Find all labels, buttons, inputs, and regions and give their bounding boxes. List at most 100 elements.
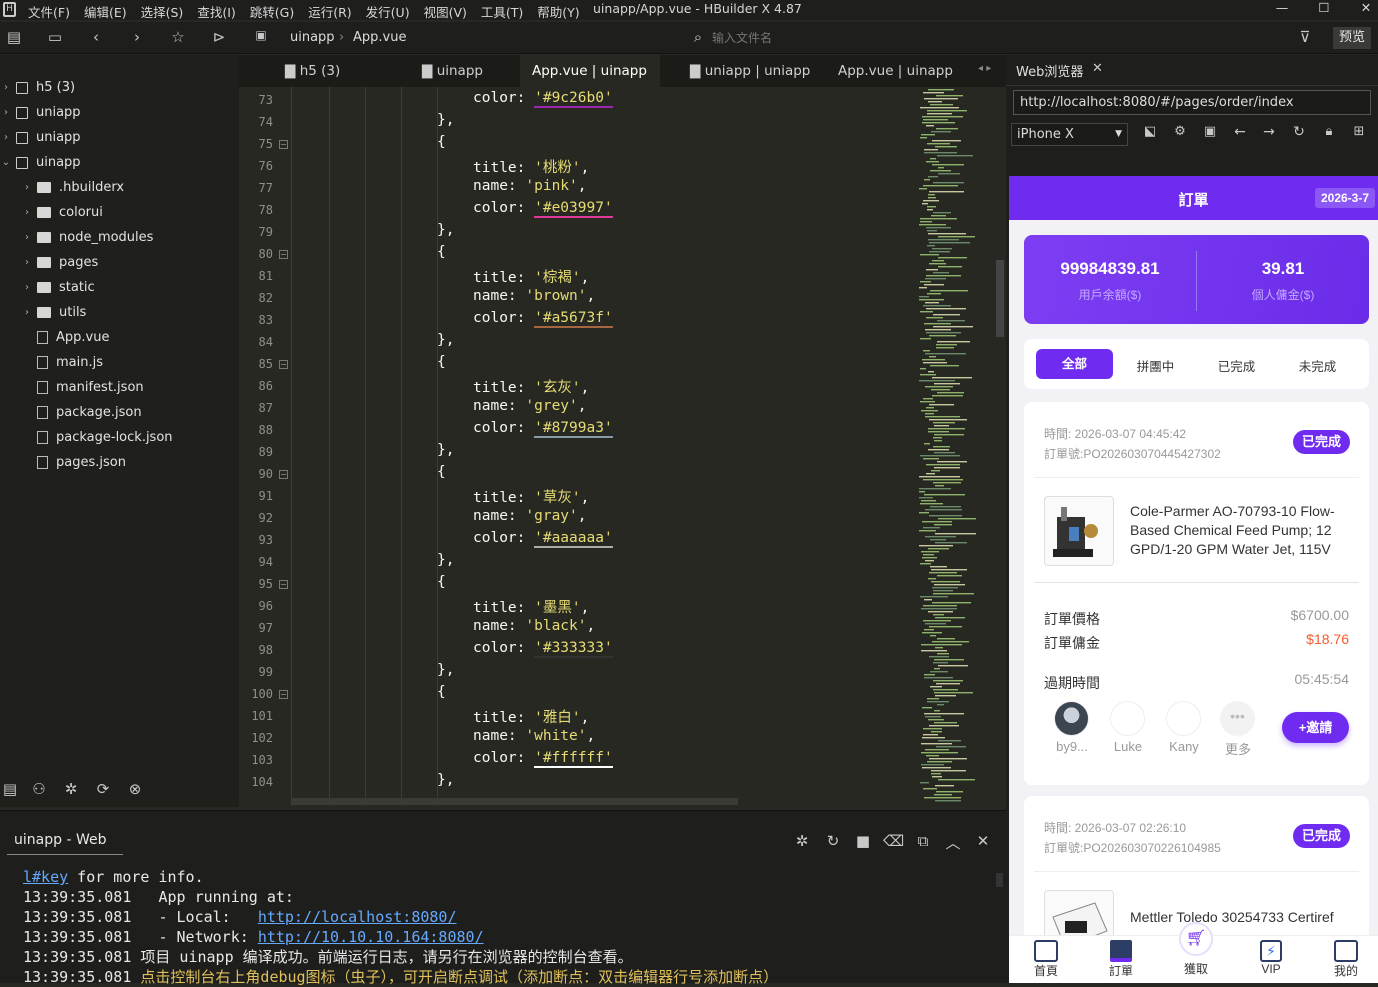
product-title[interactable]: Cole-Parmer AO-70793-10 Flow-Based Chemi… bbox=[1130, 502, 1355, 559]
chevron-right-icon[interactable]: › bbox=[21, 257, 33, 268]
chevron-right-icon[interactable]: › bbox=[0, 82, 12, 93]
bookmark-star-icon[interactable]: ☆ bbox=[168, 28, 188, 46]
restart-icon[interactable]: ↻ bbox=[823, 832, 843, 850]
line-number[interactable]: 88 bbox=[239, 423, 273, 437]
tab-h5[interactable]: ▇ h5 (3) bbox=[285, 55, 340, 87]
menu-item[interactable]: 运行(R) bbox=[308, 2, 351, 21]
menu-item[interactable]: 查找(I) bbox=[197, 2, 235, 21]
tree-item[interactable]: main.js bbox=[0, 350, 103, 375]
fold-toggle-icon[interactable]: − bbox=[279, 360, 288, 369]
console-link[interactable]: http://10.10.10.164:8080/ bbox=[258, 928, 484, 946]
filter-tab-all[interactable]: 全部 bbox=[1036, 349, 1113, 379]
filter-tab-grouping[interactable]: 拼團中 bbox=[1117, 356, 1194, 375]
chevron-right-icon[interactable]: › bbox=[21, 307, 33, 318]
code-line[interactable]: }, bbox=[437, 442, 454, 458]
line-number[interactable]: 90 bbox=[239, 467, 273, 481]
tab-uinapp[interactable]: ▇ uinapp bbox=[422, 55, 483, 87]
menu-item[interactable]: 发行(U) bbox=[366, 2, 410, 21]
url-bar[interactable]: http://localhost:8080/#/pages/order/inde… bbox=[1013, 90, 1371, 115]
code-line[interactable]: { bbox=[437, 134, 446, 150]
line-number[interactable]: 75 bbox=[239, 137, 273, 151]
code-line[interactable]: { bbox=[437, 244, 446, 260]
devtools-icon[interactable]: ▣ bbox=[1200, 124, 1220, 139]
code-line[interactable]: title: '雅白', bbox=[473, 706, 589, 727]
code-line[interactable]: title: '草灰', bbox=[473, 486, 589, 507]
code-line[interactable]: name: 'black', bbox=[473, 618, 595, 634]
tree-item[interactable]: manifest.json bbox=[0, 375, 144, 400]
code-line[interactable]: title: '墨黑', bbox=[473, 596, 589, 617]
chevron-right-icon[interactable]: › bbox=[0, 132, 12, 143]
console-scrollbar[interactable] bbox=[996, 873, 1003, 887]
code-line[interactable]: }, bbox=[437, 222, 454, 238]
line-number[interactable]: 85 bbox=[239, 357, 273, 371]
product-title[interactable]: Mettler Toledo 30254733 Certiref USP Spe… bbox=[1130, 908, 1355, 930]
code-line[interactable]: }, bbox=[437, 662, 454, 678]
line-number[interactable]: 94 bbox=[239, 555, 273, 569]
filter-icon[interactable]: ⊽ bbox=[1295, 28, 1315, 46]
tree-item[interactable]: › pages bbox=[0, 250, 98, 275]
browser-back-icon[interactable]: ← bbox=[1230, 124, 1250, 140]
line-number[interactable]: 97 bbox=[239, 621, 273, 635]
product-image[interactable] bbox=[1044, 496, 1114, 566]
breadcrumb-file[interactable]: App.vue bbox=[353, 30, 406, 45]
line-number[interactable]: 92 bbox=[239, 511, 273, 525]
more-dots-icon[interactable]: ••• bbox=[1220, 701, 1255, 736]
tab-app-vue-active[interactable]: App.vue | uinapp bbox=[520, 55, 660, 87]
nav-home[interactable]: 首頁 bbox=[1016, 936, 1076, 979]
line-number[interactable]: 99 bbox=[239, 665, 273, 679]
code-line[interactable]: { bbox=[437, 354, 446, 370]
line-number[interactable]: 74 bbox=[239, 115, 273, 129]
line-number[interactable]: 101 bbox=[239, 709, 273, 723]
rotate-icon[interactable]: ⬕ bbox=[1140, 124, 1160, 139]
console-tab[interactable]: uinapp - Web bbox=[14, 832, 106, 848]
stop-icon[interactable]: ■ bbox=[853, 832, 873, 850]
grid-icon[interactable]: ⊞ bbox=[1349, 124, 1369, 139]
code-line[interactable]: title: '玄灰', bbox=[473, 376, 589, 397]
code-line[interactable]: }, bbox=[437, 552, 454, 568]
preview-button[interactable]: 预览 bbox=[1333, 27, 1371, 49]
close-window-button[interactable]: ✕ bbox=[1354, 0, 1378, 20]
tree-item[interactable]: App.vue bbox=[0, 325, 109, 350]
menu-item[interactable]: 选择(S) bbox=[141, 2, 184, 21]
code-line[interactable]: }, bbox=[437, 112, 454, 128]
code-line[interactable]: color: '#333333' bbox=[473, 640, 613, 658]
menu-item[interactable]: 跳转(G) bbox=[250, 2, 294, 21]
line-number[interactable]: 102 bbox=[239, 731, 273, 745]
browser-tab[interactable]: Web浏览器 bbox=[1016, 61, 1083, 80]
fold-toggle-icon[interactable]: − bbox=[279, 470, 288, 479]
line-number[interactable]: 84 bbox=[239, 335, 273, 349]
line-number[interactable]: 96 bbox=[239, 599, 273, 613]
tree-item[interactable]: › colorui bbox=[0, 200, 103, 225]
tree-item[interactable]: › utils bbox=[0, 300, 86, 325]
line-number[interactable]: 98 bbox=[239, 643, 273, 657]
tree-item[interactable]: › .hbuilderx bbox=[0, 175, 124, 200]
code-line[interactable]: name: 'grey', bbox=[473, 398, 587, 414]
code-line[interactable]: color: '#9c26b0' bbox=[473, 90, 613, 108]
source-control-icon[interactable]: ⟳ bbox=[93, 780, 113, 798]
nav-vip[interactable]: ⚡︎ VIP bbox=[1241, 936, 1301, 976]
console-link[interactable]: http://localhost:8080/ bbox=[258, 908, 457, 926]
filter-tab-completed[interactable]: 已完成 bbox=[1198, 356, 1275, 375]
tree-item[interactable]: package-lock.json bbox=[0, 425, 173, 450]
line-number[interactable]: 77 bbox=[239, 181, 273, 195]
breadcrumb-project[interactable]: uinapp bbox=[290, 30, 335, 45]
menu-item[interactable]: 视图(V) bbox=[424, 2, 467, 21]
chevron-right-icon[interactable]: › bbox=[21, 232, 33, 243]
code-line[interactable]: { bbox=[437, 464, 446, 480]
refresh-icon[interactable]: ↻ bbox=[1289, 124, 1309, 140]
debug-icon[interactable]: ✲ bbox=[792, 832, 812, 850]
run-icon[interactable]: ⊳ bbox=[209, 28, 229, 46]
debug-bug-icon[interactable]: ✲ bbox=[61, 780, 81, 798]
new-file-icon[interactable]: ▤ bbox=[4, 28, 24, 46]
close-panel-icon[interactable]: ✕ bbox=[973, 832, 993, 850]
editor-scrollbar[interactable] bbox=[996, 260, 1004, 337]
chevron-down-icon[interactable]: ⌄ bbox=[0, 157, 12, 168]
back-icon[interactable]: ‹ bbox=[86, 28, 106, 46]
tab-app-vue[interactable]: App.vue | uinapp bbox=[838, 55, 953, 87]
open-external-icon[interactable]: ⧉ bbox=[913, 832, 933, 850]
tree-item[interactable]: pages.json bbox=[0, 450, 126, 475]
code-editor[interactable]: 73 74 75−76 77 78 79 80−81 82 83 84 85−86 87 88 89 90−… bbox=[239, 87, 1006, 806]
tree-item[interactable]: ⌄ uinapp bbox=[0, 150, 81, 175]
line-number[interactable]: 89 bbox=[239, 445, 273, 459]
line-number[interactable]: 95 bbox=[239, 577, 273, 591]
